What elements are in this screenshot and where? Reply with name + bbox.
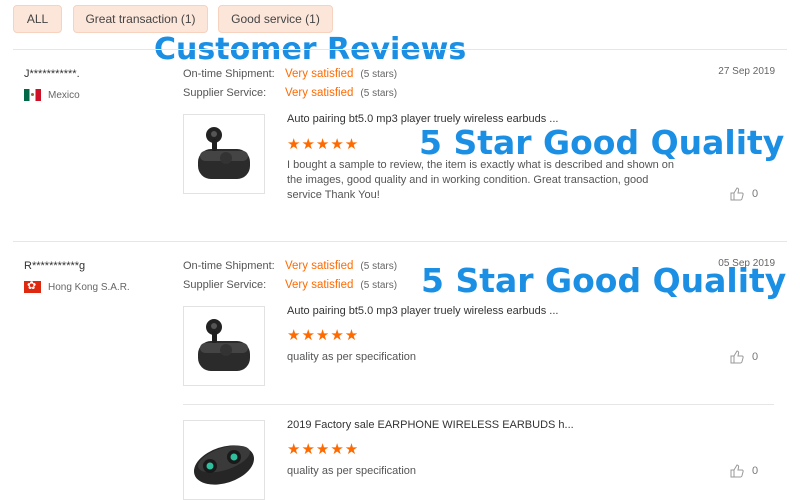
- shipment-value: Very satisfied: [285, 260, 354, 272]
- country-name: Mexico: [48, 89, 80, 101]
- review-date: 27 Sep 2019: [718, 66, 775, 77]
- earbuds-case-image: [198, 127, 250, 179]
- filter-tab-great-transaction[interactable]: Great transaction (1): [73, 5, 208, 33]
- helpful-count: 0: [752, 188, 759, 200]
- divider: [183, 404, 774, 405]
- helpful-button[interactable]: 0: [730, 464, 758, 478]
- helpful-count: 0: [752, 465, 759, 477]
- service-value: Very satisfied: [285, 279, 354, 291]
- star-rating: ★★★★★: [287, 136, 360, 153]
- product-thumbnail[interactable]: [183, 114, 265, 194]
- review-comment: I bought a sample to review, the item is…: [287, 159, 675, 201]
- service-rating: Supplier Service: Very satisfied (5 star…: [183, 279, 397, 291]
- earbuds-case-image: [193, 445, 255, 485]
- service-stars: (5 stars): [360, 280, 398, 291]
- service-label: Supplier Service:: [183, 279, 267, 291]
- divider: [13, 241, 787, 242]
- service-stars: (5 stars): [360, 88, 398, 99]
- divider: [13, 49, 787, 50]
- product-title[interactable]: 2019 Factory sale EARPHONE WIRELESS EARB…: [287, 419, 574, 431]
- star-rating: ★★★★★: [287, 441, 360, 458]
- star-rating: ★★★★★: [287, 327, 360, 344]
- shipment-label: On-time Shipment:: [183, 68, 275, 80]
- shipment-rating: On-time Shipment: Very satisfied (5 star…: [183, 260, 397, 272]
- hong-kong-flag-icon: [24, 281, 41, 293]
- product-thumbnail[interactable]: [183, 420, 265, 500]
- filter-tab-good-service[interactable]: Good service (1): [218, 5, 333, 33]
- helpful-button[interactable]: 0: [730, 350, 758, 364]
- shipment-rating: On-time Shipment: Very satisfied (5 star…: [183, 68, 397, 80]
- helpful-count: 0: [752, 351, 759, 363]
- review-comment: quality as per specification: [287, 465, 417, 477]
- helpful-button[interactable]: 0: [730, 187, 758, 201]
- product-thumbnail[interactable]: [183, 306, 265, 386]
- shipment-stars: (5 stars): [360, 261, 398, 272]
- shipment-stars: (5 stars): [360, 69, 398, 80]
- reviewer-country: Hong Kong S.A.R.: [24, 281, 130, 293]
- product-title[interactable]: Auto pairing bt5.0 mp3 player truely wir…: [287, 305, 558, 317]
- reviewer-country: Mexico: [24, 89, 80, 101]
- mexico-flag-icon: [24, 89, 41, 101]
- country-name: Hong Kong S.A.R.: [48, 281, 130, 293]
- filter-tab-all[interactable]: ALL: [13, 5, 62, 33]
- shipment-value: Very satisfied: [285, 68, 354, 80]
- earbuds-case-image: [198, 319, 250, 371]
- thumbs-up-icon: [730, 350, 744, 364]
- reviewer-name: J***********.: [24, 68, 80, 80]
- service-value: Very satisfied: [285, 87, 354, 99]
- thumbs-up-icon: [730, 187, 744, 201]
- thumbs-up-icon: [730, 464, 744, 478]
- shipment-label: On-time Shipment:: [183, 260, 275, 272]
- reviewer-name: R***********g: [24, 260, 86, 272]
- service-label: Supplier Service:: [183, 87, 267, 99]
- service-rating: Supplier Service: Very satisfied (5 star…: [183, 87, 397, 99]
- review-comment: quality as per specification: [287, 351, 417, 363]
- overlay-caption: 5 Star Good Quality: [421, 261, 787, 300]
- overlay-caption: 5 Star Good Quality: [419, 123, 785, 162]
